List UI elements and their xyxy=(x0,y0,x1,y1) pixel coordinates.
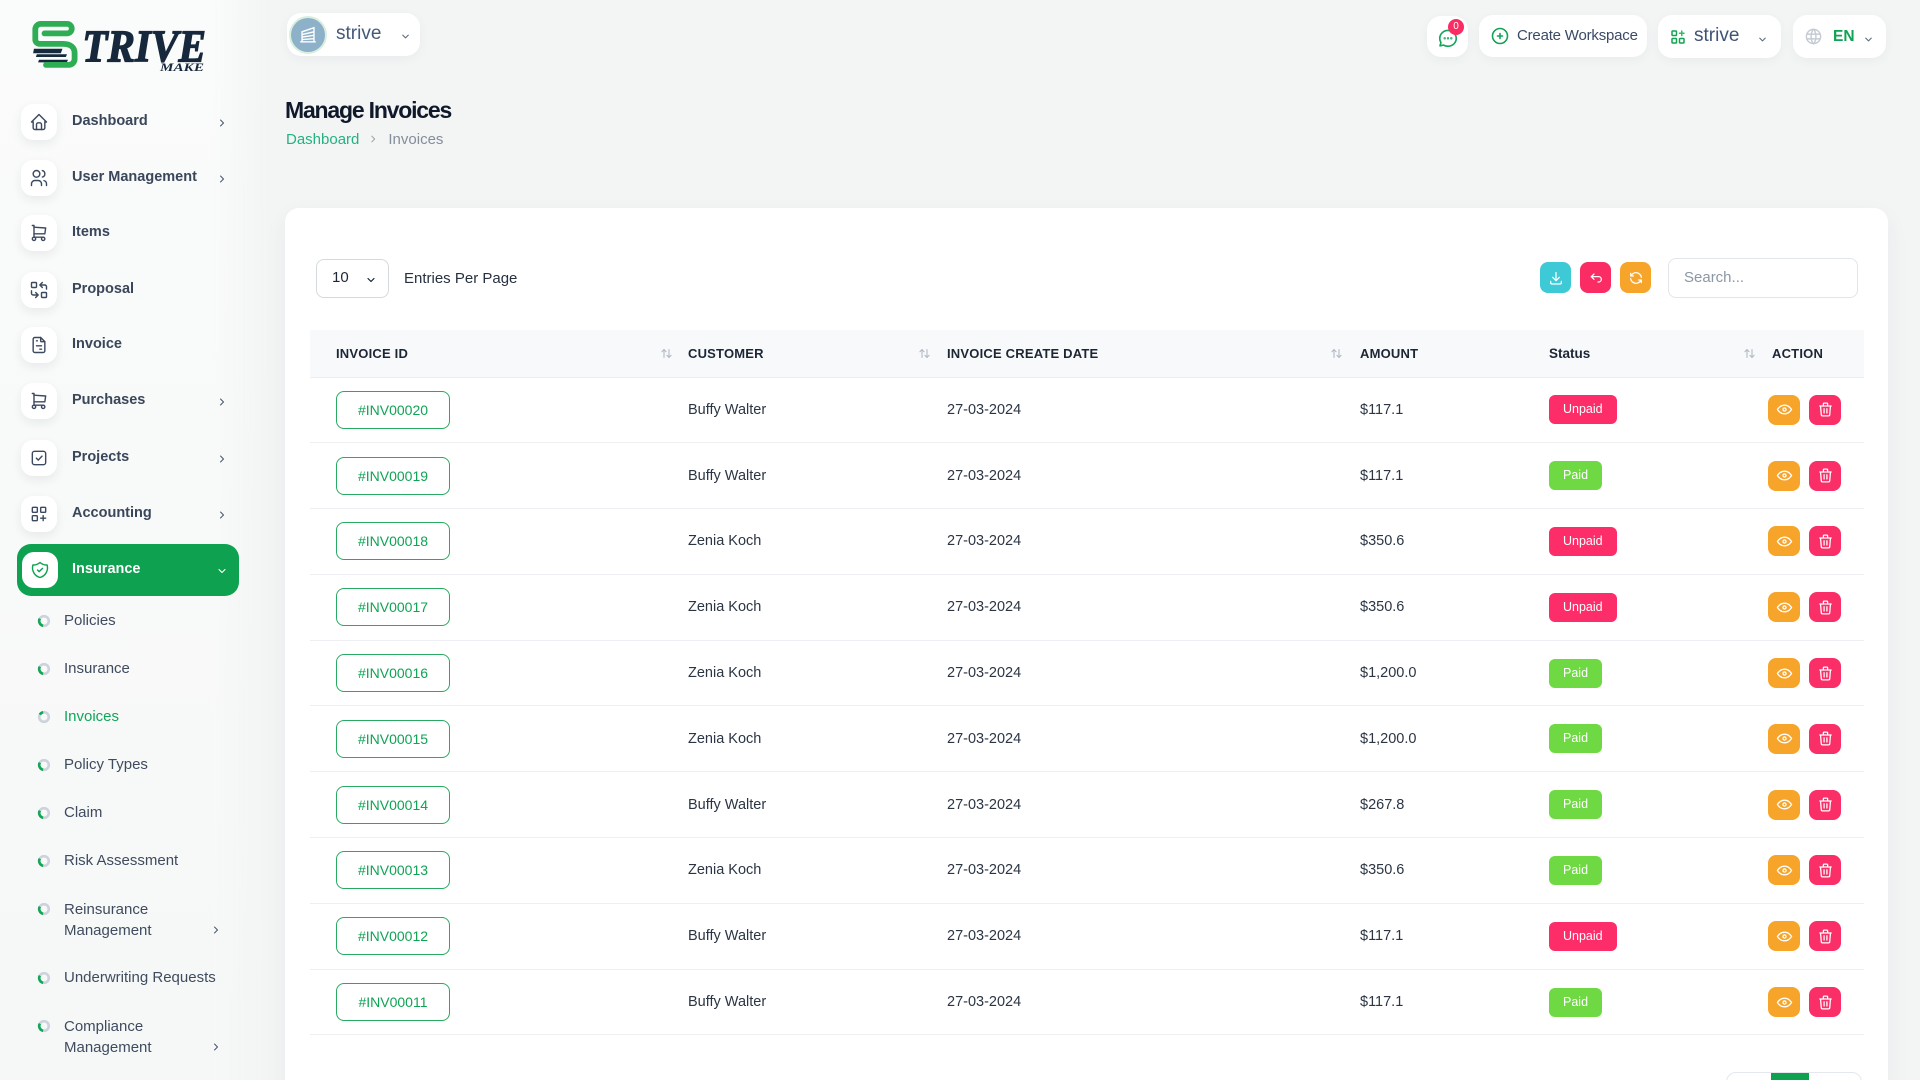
svg-text:MAKE: MAKE xyxy=(159,62,205,74)
